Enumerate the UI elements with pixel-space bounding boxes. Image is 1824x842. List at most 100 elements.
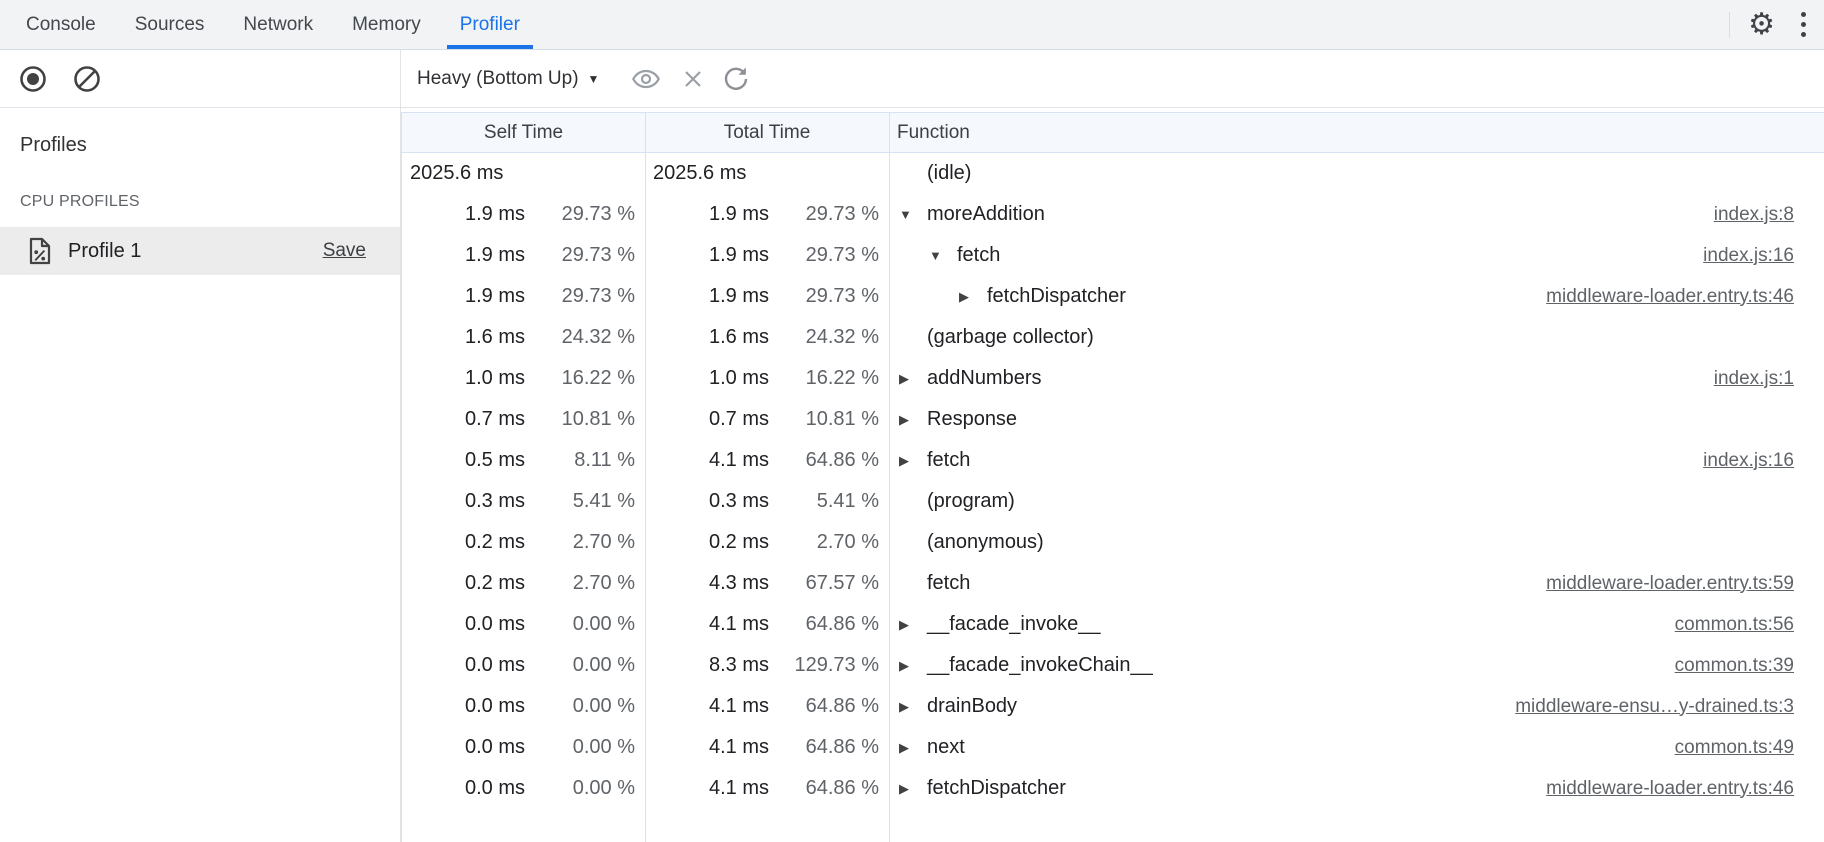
total-time-percent: 10.81 % bbox=[775, 408, 879, 431]
table-row[interactable]: 1.9 ms 29.73 % 1.9 ms 29.73 % ▼ moreAddi… bbox=[402, 194, 1824, 235]
self-time-value: 1.9 ms bbox=[465, 244, 525, 267]
source-location-link[interactable]: index.js:1 bbox=[1714, 368, 1794, 390]
function-name: (garbage collector) bbox=[927, 326, 1094, 349]
clear-profiles-icon[interactable] bbox=[72, 64, 102, 94]
table-row[interactable]: 0.0 ms 0.00 % 4.1 ms 64.86 % ▶ next comm… bbox=[402, 727, 1824, 768]
source-location-link[interactable]: common.ts:39 bbox=[1675, 655, 1794, 677]
table-row[interactable]: 0.0 ms 0.00 % 4.1 ms 64.86 % ▶ fetchDisp… bbox=[402, 768, 1824, 809]
table-row[interactable]: 0.0 ms 0.00 % 4.1 ms 64.86 % ▶ __facade_… bbox=[402, 604, 1824, 645]
expand-arrow-icon[interactable]: ▶ bbox=[957, 289, 987, 305]
chevron-down-icon: ▼ bbox=[588, 72, 600, 86]
source-location-link[interactable]: index.js:8 bbox=[1714, 204, 1794, 226]
total-time-value: 1.9 ms bbox=[709, 285, 769, 308]
source-location-link[interactable]: middleware-loader.entry.ts:59 bbox=[1546, 573, 1794, 595]
total-time-value: 0.7 ms bbox=[709, 408, 769, 431]
total-time-value: 0.2 ms bbox=[709, 531, 769, 554]
tab-sources[interactable]: Sources bbox=[121, 0, 219, 49]
source-location-link[interactable]: middleware-loader.entry.ts:46 bbox=[1546, 286, 1794, 308]
self-time-value: 0.2 ms bbox=[465, 531, 525, 554]
expand-arrow-icon[interactable]: ▶ bbox=[897, 699, 927, 715]
expand-arrow-icon[interactable]: ▼ bbox=[897, 207, 927, 222]
tab-profiler[interactable]: Profiler bbox=[446, 0, 534, 49]
total-time-value: 4.1 ms bbox=[709, 695, 769, 718]
self-time-percent: 0.00 % bbox=[531, 777, 635, 800]
record-icon[interactable] bbox=[18, 64, 48, 94]
source-location-link[interactable]: common.ts:56 bbox=[1675, 614, 1794, 636]
source-location-link[interactable]: index.js:16 bbox=[1703, 450, 1794, 472]
table-row[interactable]: 1.9 ms 29.73 % 1.9 ms 29.73 % ▼ fetch in… bbox=[402, 235, 1824, 276]
function-name: __facade_invokeChain__ bbox=[927, 654, 1153, 677]
total-time-value: 1.9 ms bbox=[709, 244, 769, 267]
function-name: fetch bbox=[927, 449, 970, 472]
expand-arrow-icon[interactable]: ▶ bbox=[897, 371, 927, 387]
function-name: (program) bbox=[927, 490, 1015, 513]
exclude-close-icon[interactable] bbox=[681, 67, 705, 91]
table-row[interactable]: 2025.6 ms 2025.6 ms (idle) bbox=[402, 153, 1824, 194]
table-row[interactable]: 0.3 ms 5.41 % 0.3 ms 5.41 % (program) bbox=[402, 481, 1824, 522]
expand-arrow-icon[interactable]: ▶ bbox=[897, 453, 927, 469]
tab-console[interactable]: Console bbox=[12, 0, 110, 49]
self-time-percent: 5.41 % bbox=[531, 490, 635, 513]
expand-arrow-icon[interactable]: ▶ bbox=[897, 617, 927, 633]
function-name: drainBody bbox=[927, 695, 1017, 718]
source-location-link[interactable]: index.js:16 bbox=[1703, 245, 1794, 267]
table-row[interactable]: 0.0 ms 0.00 % 4.1 ms 64.86 % ▶ drainBody… bbox=[402, 686, 1824, 727]
grid-body: 2025.6 ms 2025.6 ms (idle) 1.9 ms 29.73 … bbox=[402, 153, 1824, 809]
function-name: __facade_invoke__ bbox=[927, 613, 1100, 636]
toolbar-divider bbox=[1729, 12, 1730, 38]
expand-arrow-icon[interactable]: ▶ bbox=[897, 412, 927, 428]
function-name: Response bbox=[927, 408, 1017, 431]
more-options-icon[interactable] bbox=[1797, 8, 1810, 41]
table-row[interactable]: 0.7 ms 10.81 % 0.7 ms 10.81 % ▶ Response bbox=[402, 399, 1824, 440]
source-location-link[interactable]: middleware-loader.entry.ts:46 bbox=[1546, 778, 1794, 800]
view-mode-label: Heavy (Bottom Up) bbox=[417, 68, 579, 90]
total-time-percent: 24.32 % bbox=[775, 326, 879, 349]
table-row[interactable]: 0.0 ms 0.00 % 8.3 ms 129.73 % ▶ __facade… bbox=[402, 645, 1824, 686]
total-time-percent: 64.86 % bbox=[775, 777, 879, 800]
restore-refresh-icon[interactable] bbox=[723, 66, 749, 92]
expand-arrow-icon[interactable]: ▶ bbox=[897, 781, 927, 797]
table-row[interactable]: 1.6 ms 24.32 % 1.6 ms 24.32 % (garbage c… bbox=[402, 317, 1824, 358]
focus-eye-icon[interactable] bbox=[629, 67, 663, 91]
function-name: fetch bbox=[927, 572, 970, 595]
function-name: fetchDispatcher bbox=[987, 285, 1126, 308]
self-time-value: 0.3 ms bbox=[465, 490, 525, 513]
view-mode-dropdown[interactable]: Heavy (Bottom Up) ▼ bbox=[417, 68, 599, 90]
column-header-self-time[interactable]: Self Time bbox=[402, 122, 645, 144]
total-time-percent: 5.41 % bbox=[775, 490, 879, 513]
tab-network[interactable]: Network bbox=[229, 0, 327, 49]
table-row[interactable]: 0.2 ms 2.70 % 0.2 ms 2.70 % (anonymous) bbox=[402, 522, 1824, 563]
sidebar-title: Profiles bbox=[20, 134, 400, 157]
table-row[interactable]: 1.9 ms 29.73 % 1.9 ms 29.73 % ▶ fetchDis… bbox=[402, 276, 1824, 317]
function-name: addNumbers bbox=[927, 367, 1042, 390]
self-time-percent: 10.81 % bbox=[531, 408, 635, 431]
source-location-link[interactable]: middleware-ensu…y-drained.ts:3 bbox=[1515, 696, 1794, 718]
self-time-value: 2025.6 ms bbox=[410, 162, 503, 185]
total-time-percent: 29.73 % bbox=[775, 285, 879, 308]
column-header-function[interactable]: Function bbox=[889, 122, 1824, 144]
expand-arrow-icon[interactable]: ▼ bbox=[927, 248, 957, 263]
total-time-value: 1.6 ms bbox=[709, 326, 769, 349]
profile-name: Profile 1 bbox=[68, 240, 141, 263]
source-location-link[interactable]: common.ts:49 bbox=[1675, 737, 1794, 759]
total-time-value: 8.3 ms bbox=[709, 654, 769, 677]
total-time-percent: 16.22 % bbox=[775, 367, 879, 390]
grid-header-row: Self Time Total Time Function bbox=[402, 113, 1824, 153]
expand-arrow-icon[interactable]: ▶ bbox=[897, 740, 927, 756]
column-header-total-time[interactable]: Total Time bbox=[645, 122, 889, 144]
total-time-value: 0.3 ms bbox=[709, 490, 769, 513]
total-time-value: 1.9 ms bbox=[709, 203, 769, 226]
self-time-value: 1.9 ms bbox=[465, 285, 525, 308]
table-row[interactable]: 0.5 ms 8.11 % 4.1 ms 64.86 % ▶ fetch ind… bbox=[402, 440, 1824, 481]
expand-arrow-icon[interactable]: ▶ bbox=[897, 658, 927, 674]
total-time-percent: 64.86 % bbox=[775, 449, 879, 472]
table-row[interactable]: 0.2 ms 2.70 % 4.3 ms 67.57 % fetch middl… bbox=[402, 563, 1824, 604]
settings-gear-icon[interactable]: ⚙ bbox=[1748, 10, 1775, 40]
tab-memory[interactable]: Memory bbox=[338, 0, 435, 49]
total-time-value: 4.1 ms bbox=[709, 449, 769, 472]
table-row[interactable]: 1.0 ms 16.22 % 1.0 ms 16.22 % ▶ addNumbe… bbox=[402, 358, 1824, 399]
profile-list-item[interactable]: Profile 1 Save bbox=[0, 227, 400, 275]
profile-list: Profile 1 Save bbox=[0, 227, 400, 275]
save-profile-link[interactable]: Save bbox=[323, 240, 366, 262]
self-time-percent: 0.00 % bbox=[531, 613, 635, 636]
